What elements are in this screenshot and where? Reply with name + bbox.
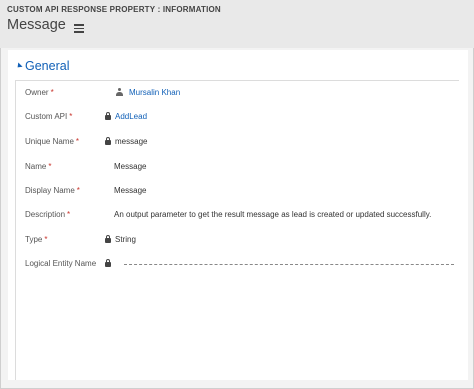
lock-icon (105, 259, 111, 267)
form-header: CUSTOM API RESPONSE PROPERTY : INFORMATI… (0, 0, 474, 48)
field-row-type: Type * String (8, 235, 468, 255)
section-title: General (25, 59, 70, 73)
person-icon (116, 88, 123, 96)
owner-link[interactable]: Mursalin Khan (129, 88, 180, 97)
custom-api-link[interactable]: AddLead (115, 112, 147, 121)
form-body: General Owner * Mursalin Khan Custom API *… (8, 50, 468, 380)
field-label-custom-api: Custom API * (25, 112, 73, 121)
form-selector-menu-icon[interactable] (74, 24, 84, 33)
required-marker: * (76, 186, 80, 195)
type-value: String (115, 235, 136, 244)
lock-icon (105, 235, 111, 243)
required-marker: * (48, 162, 52, 171)
name-field[interactable]: Message (114, 162, 146, 171)
field-label-owner: Owner * (25, 88, 54, 97)
field-row-owner: Owner * Mursalin Khan (8, 88, 468, 108)
field-row-custom-api: Custom API * AddLead (8, 112, 468, 132)
section-divider (15, 80, 459, 81)
lock-icon (105, 112, 111, 120)
field-label-name: Name * (25, 162, 52, 171)
required-marker: * (50, 88, 54, 97)
record-title: Message (7, 17, 66, 33)
required-marker: * (69, 112, 73, 121)
unique-name-value: message (115, 137, 148, 146)
field-row-display-name: Display Name * Message (8, 186, 468, 206)
empty-value-dashes (124, 264, 454, 265)
display-name-field[interactable]: Message (114, 186, 146, 195)
field-label-type: Type * (25, 235, 48, 244)
collapse-triangle-icon (15, 62, 23, 70)
field-row-description: Description * An output parameter to get … (8, 210, 468, 230)
field-label-display-name: Display Name * (25, 186, 80, 195)
entity-type-label: CUSTOM API RESPONSE PROPERTY : INFORMATI… (7, 5, 221, 14)
required-marker: * (44, 235, 48, 244)
field-row-unique-name: Unique Name * message (8, 137, 468, 157)
section-general-toggle[interactable]: General (15, 59, 70, 73)
required-marker: * (75, 137, 80, 146)
field-label-description: Description * (25, 210, 71, 219)
field-row-name: Name * Message (8, 162, 468, 182)
description-field[interactable]: An output parameter to get the result me… (114, 210, 431, 219)
required-marker: * (67, 210, 71, 219)
field-label-logical-entity-name: Logical Entity Name (25, 259, 97, 268)
lock-icon (105, 137, 111, 145)
field-row-logical-entity-name: Logical Entity Name (8, 259, 468, 279)
field-label-unique-name: Unique Name * (25, 137, 80, 146)
